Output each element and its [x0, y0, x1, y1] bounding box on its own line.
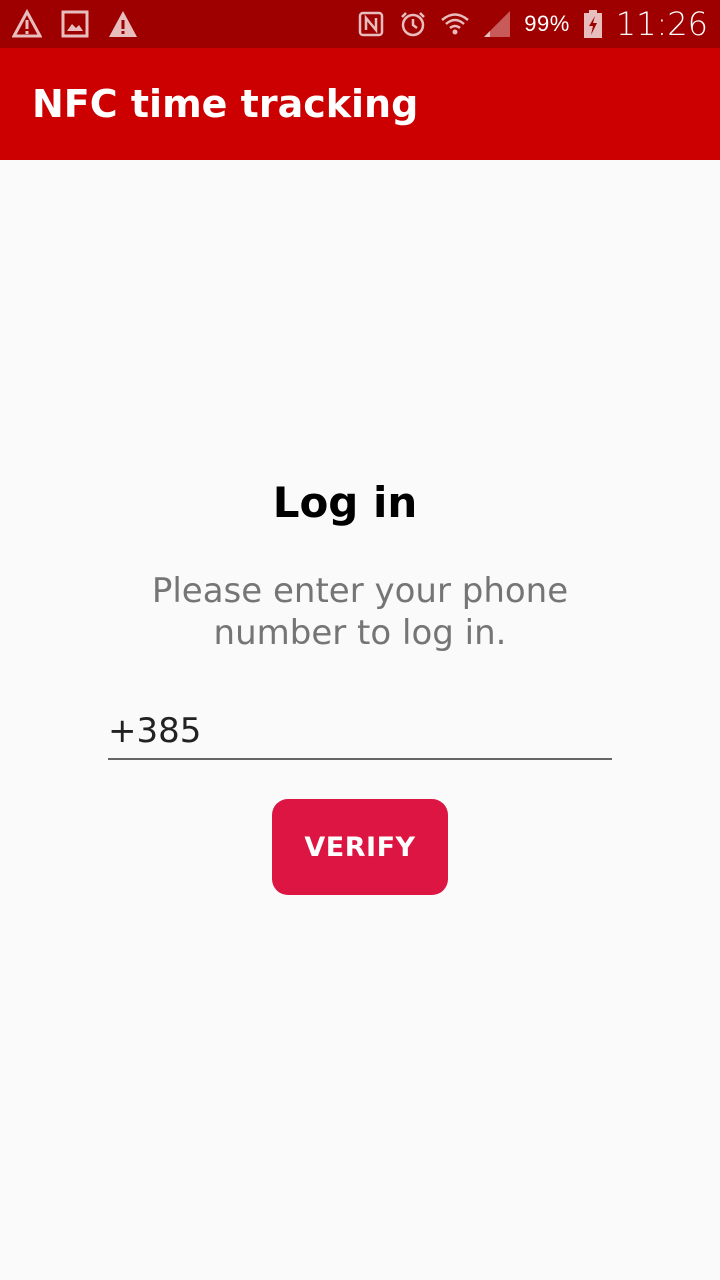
system-icons: 99% 11:26	[356, 5, 708, 43]
verify-button[interactable]: VERIFY	[272, 799, 448, 895]
battery-level: 99%	[524, 11, 570, 36]
app-bar: NFC time tracking	[0, 48, 720, 160]
login-heading: Log in	[272, 478, 418, 527]
alarm-icon	[398, 9, 428, 39]
notification-icons	[12, 8, 138, 40]
warning-icon	[12, 9, 42, 39]
login-instructions: Please enter your phone number to log in…	[151, 571, 569, 653]
image-icon	[60, 9, 90, 39]
login-screen: Log in Please enter your phone number to…	[0, 160, 720, 1280]
battery-charging-icon	[582, 9, 604, 39]
nfc-icon	[356, 9, 386, 39]
alert-icon	[108, 9, 138, 39]
app-title: NFC time tracking	[32, 82, 419, 126]
status-bar: 99% 11:26	[0, 0, 720, 48]
clock: 11:26	[615, 5, 708, 43]
phone-number-input[interactable]	[108, 710, 612, 760]
signal-icon	[482, 9, 512, 39]
wifi-icon	[440, 9, 470, 39]
